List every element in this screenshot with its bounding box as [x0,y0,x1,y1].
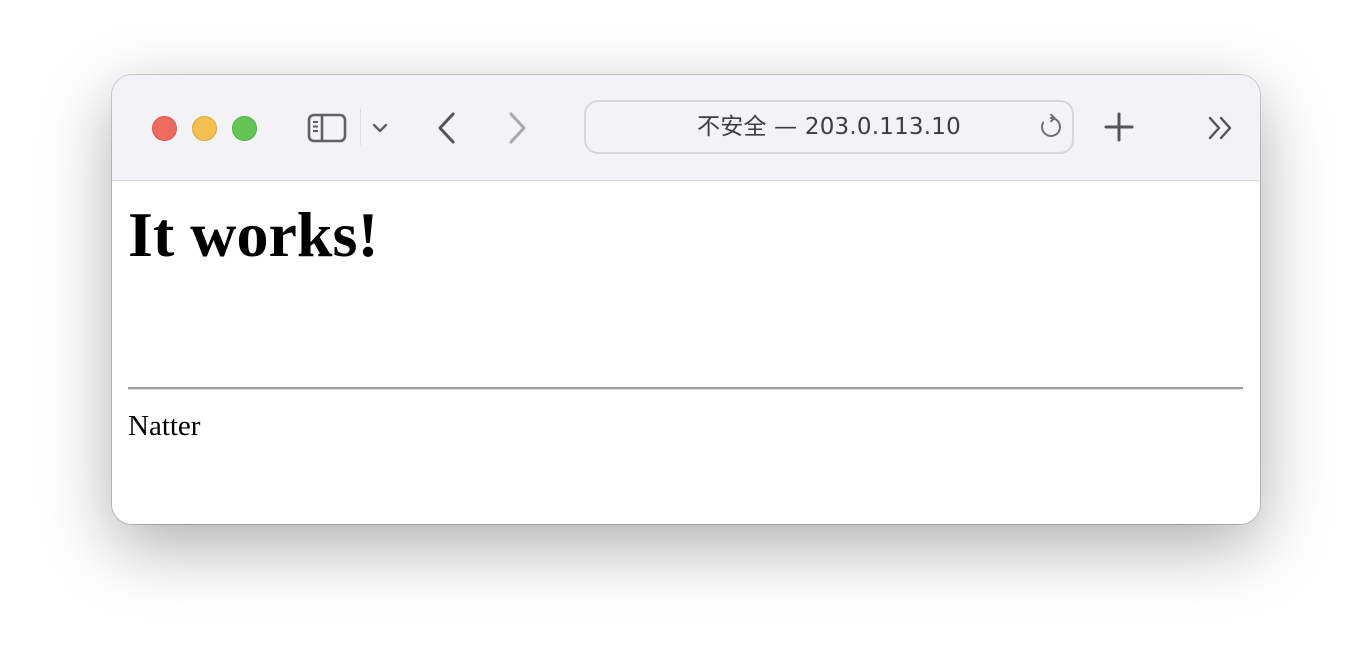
sidebar-menu-button[interactable] [368,115,392,141]
reload-button[interactable] [1038,114,1064,140]
chevron-down-icon [372,123,388,133]
toolbar-separator [360,109,361,145]
reload-icon [1041,114,1061,137]
browser-toolbar: 不安全 — 203.0.113.10 [112,75,1260,181]
browser-window: 不安全 — 203.0.113.10 It works! Natter [112,75,1260,524]
forward-button[interactable] [502,109,532,147]
address-bar[interactable]: 不安全 — 203.0.113.10 [584,100,1074,154]
address-text: 不安全 — 203.0.113.10 [697,114,961,140]
sidebar-icon [307,113,347,143]
page-footer-text: Natter [128,410,201,442]
new-tab-button[interactable] [1102,107,1136,147]
back-button[interactable] [432,109,462,147]
plus-icon [1104,112,1134,142]
chevron-right-icon [509,112,526,144]
page-content: It works! Natter [112,181,1260,524]
overflow-menu-button[interactable] [1204,111,1238,145]
sidebar-toggle-button[interactable] [305,109,349,147]
close-window-button[interactable] [152,116,177,141]
page-heading: It works! [128,199,379,270]
chevron-left-icon [438,112,455,144]
minimize-window-button[interactable] [192,116,217,141]
maximize-window-button[interactable] [232,116,257,141]
double-chevron-right-icon [1208,116,1232,140]
horizontal-rule [128,387,1243,390]
